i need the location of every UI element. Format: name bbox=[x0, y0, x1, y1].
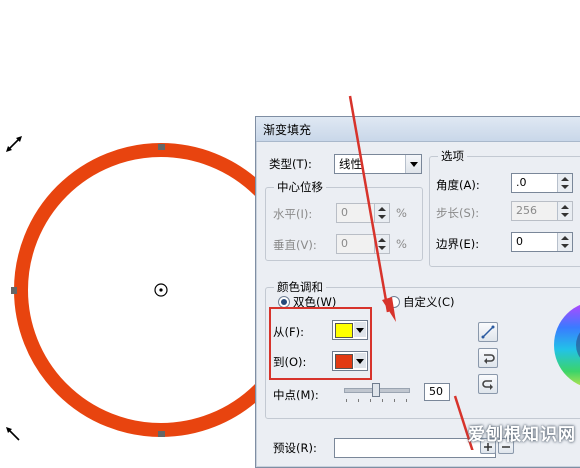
annotation-overlay bbox=[348, 95, 474, 450]
annotation-arrow-icon bbox=[348, 95, 396, 322]
watermark: 爱刨根知识网 bbox=[468, 425, 576, 445]
